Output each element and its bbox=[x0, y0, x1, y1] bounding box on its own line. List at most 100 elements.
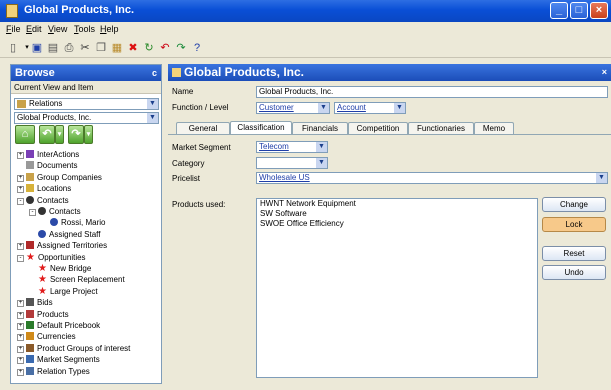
tree-item[interactable]: + Locations bbox=[17, 183, 71, 194]
home-button[interactable]: ⌂ bbox=[15, 125, 35, 144]
currencies-icon bbox=[26, 332, 34, 341]
close-button[interactable]: × bbox=[590, 2, 608, 19]
reset-button[interactable]: Reset bbox=[542, 246, 606, 261]
view-select[interactable]: Relations ▼ bbox=[14, 98, 159, 110]
star-icon: ★ bbox=[26, 251, 35, 263]
back-button[interactable]: ↶ bbox=[39, 125, 55, 144]
tree-item[interactable]: - ★ Opportunities bbox=[17, 252, 86, 263]
function-select[interactable]: Customer ▼ bbox=[256, 102, 330, 114]
paste-icon[interactable]: ▦ bbox=[110, 41, 124, 55]
list-item[interactable]: HWNT Network Equipment bbox=[257, 199, 537, 209]
tree-item[interactable]: + InterActions bbox=[17, 149, 79, 160]
back-dropdown-button[interactable]: ▾ bbox=[55, 125, 64, 144]
copy-icon[interactable]: ❐ bbox=[94, 41, 108, 55]
tree-item[interactable]: + Relation Types bbox=[17, 366, 90, 377]
cut-icon[interactable]: ✂ bbox=[78, 41, 92, 55]
maximize-button[interactable]: □ bbox=[570, 2, 588, 19]
expand-icon[interactable]: + bbox=[17, 174, 24, 182]
expand-icon[interactable]: + bbox=[17, 300, 24, 308]
forward-dropdown-button[interactable]: ▾ bbox=[84, 125, 93, 144]
expand-icon[interactable]: + bbox=[17, 357, 24, 365]
tree-item[interactable]: - Contacts bbox=[17, 195, 69, 206]
level-select[interactable]: Account ▼ bbox=[334, 102, 406, 114]
tree-item-label: Assigned Staff bbox=[49, 229, 101, 239]
star-icon: ★ bbox=[38, 274, 47, 286]
pin-icon[interactable]: c bbox=[152, 65, 157, 81]
menu-help[interactable]: Help bbox=[100, 24, 119, 34]
tree-item[interactable]: + Group Companies bbox=[17, 172, 102, 183]
undo-icon[interactable]: ↶ bbox=[158, 41, 172, 55]
expand-icon[interactable]: + bbox=[17, 311, 24, 319]
collapse-icon[interactable]: - bbox=[17, 197, 24, 205]
lock-button[interactable]: Lock bbox=[542, 217, 606, 232]
products-list[interactable]: HWNT Network Equipment SW Software SWOE … bbox=[256, 198, 538, 378]
star-icon: ★ bbox=[38, 285, 47, 297]
minimize-button[interactable]: _ bbox=[550, 2, 568, 19]
tree-item[interactable]: ★ Large Project bbox=[29, 286, 98, 297]
help-icon[interactable]: ? bbox=[190, 41, 204, 55]
chevron-down-icon[interactable]: ▼ bbox=[316, 158, 327, 168]
market-segment-select[interactable]: Telecom ▼ bbox=[256, 141, 328, 153]
menu-edit[interactable]: Edit bbox=[26, 24, 42, 34]
expand-icon[interactable]: + bbox=[17, 243, 24, 251]
undo-button[interactable]: Undo bbox=[542, 265, 606, 280]
name-field[interactable]: Global Products, Inc. bbox=[256, 86, 608, 98]
tree-item[interactable]: + Default Pricebook bbox=[17, 320, 100, 331]
delete-icon[interactable]: ✖ bbox=[126, 41, 140, 55]
list-item[interactable]: SW Software bbox=[257, 209, 537, 219]
pricelist-select[interactable]: Wholesale US ▼ bbox=[256, 172, 608, 184]
tree-item[interactable]: Assigned Staff bbox=[29, 229, 100, 240]
expand-icon[interactable]: + bbox=[17, 345, 24, 353]
chevron-down-icon[interactable]: ▼ bbox=[147, 99, 158, 109]
menu-view[interactable]: View bbox=[48, 24, 67, 34]
tree-item[interactable]: + Assigned Territories bbox=[17, 240, 107, 251]
refresh-icon[interactable]: ↻ bbox=[142, 41, 156, 55]
tree-item[interactable]: + Currencies bbox=[17, 331, 76, 342]
chevron-down-icon[interactable]: ▼ bbox=[147, 113, 158, 123]
tree-item[interactable]: ★ New Bridge bbox=[29, 263, 91, 274]
products-used-label: Products used: bbox=[172, 200, 226, 209]
expand-icon[interactable]: + bbox=[17, 368, 24, 376]
print-icon[interactable]: ⎙ bbox=[62, 41, 76, 55]
menu-tools[interactable]: Tools bbox=[74, 24, 95, 34]
chevron-down-icon[interactable]: ▼ bbox=[316, 142, 327, 152]
tree-item[interactable]: - Contacts bbox=[29, 206, 81, 217]
tree-item[interactable]: Rossi, Mario bbox=[41, 217, 105, 228]
documents-icon bbox=[26, 161, 34, 170]
tree-item[interactable]: + Product Groups of interest bbox=[17, 343, 130, 354]
forward-button[interactable]: ↷ bbox=[68, 125, 84, 144]
contacts-icon bbox=[38, 207, 46, 215]
expand-icon[interactable]: + bbox=[17, 323, 24, 330]
expand-icon[interactable]: + bbox=[17, 334, 24, 342]
new-document-icon[interactable]: ▯ bbox=[6, 41, 20, 55]
print-preview-icon[interactable]: ▤ bbox=[46, 41, 60, 55]
tree-item[interactable]: Documents bbox=[17, 160, 77, 171]
close-icon[interactable]: × bbox=[602, 64, 607, 81]
chevron-down-icon[interactable]: ▼ bbox=[318, 103, 329, 113]
tree-item[interactable]: ★ Screen Replacement bbox=[29, 274, 125, 285]
item-select[interactable]: Global Products, Inc. ▼ bbox=[14, 112, 159, 124]
list-item[interactable]: SWOE Office Efficiency bbox=[257, 219, 537, 229]
redo-icon[interactable]: ↷ bbox=[174, 41, 188, 55]
tree-item[interactable]: + Market Segments bbox=[17, 354, 100, 365]
tree-item-label: Opportunities bbox=[37, 252, 86, 262]
tab-classification[interactable]: Classification bbox=[230, 121, 292, 135]
collapse-icon[interactable]: - bbox=[17, 254, 24, 262]
name-label: Name bbox=[172, 87, 194, 96]
menu-bar: File Edit View Tools Help bbox=[0, 22, 611, 37]
change-button[interactable]: Change bbox=[542, 197, 606, 212]
tree-item-label: Products bbox=[37, 309, 69, 319]
category-label: Category bbox=[172, 159, 205, 168]
tree-item[interactable]: + Products bbox=[17, 309, 69, 320]
tree-item-label: Currencies bbox=[37, 332, 76, 342]
chevron-down-icon[interactable]: ▼ bbox=[596, 173, 607, 183]
category-select[interactable]: ▼ bbox=[256, 157, 328, 169]
menu-file[interactable]: File bbox=[6, 24, 21, 34]
save-icon[interactable]: ▣ bbox=[30, 41, 44, 55]
chevron-down-icon[interactable]: ▼ bbox=[394, 103, 405, 113]
expand-icon[interactable]: + bbox=[17, 152, 24, 159]
tree-item[interactable]: + Bids bbox=[17, 297, 53, 308]
collapse-icon[interactable]: - bbox=[29, 209, 36, 216]
expand-icon[interactable]: + bbox=[17, 186, 24, 194]
